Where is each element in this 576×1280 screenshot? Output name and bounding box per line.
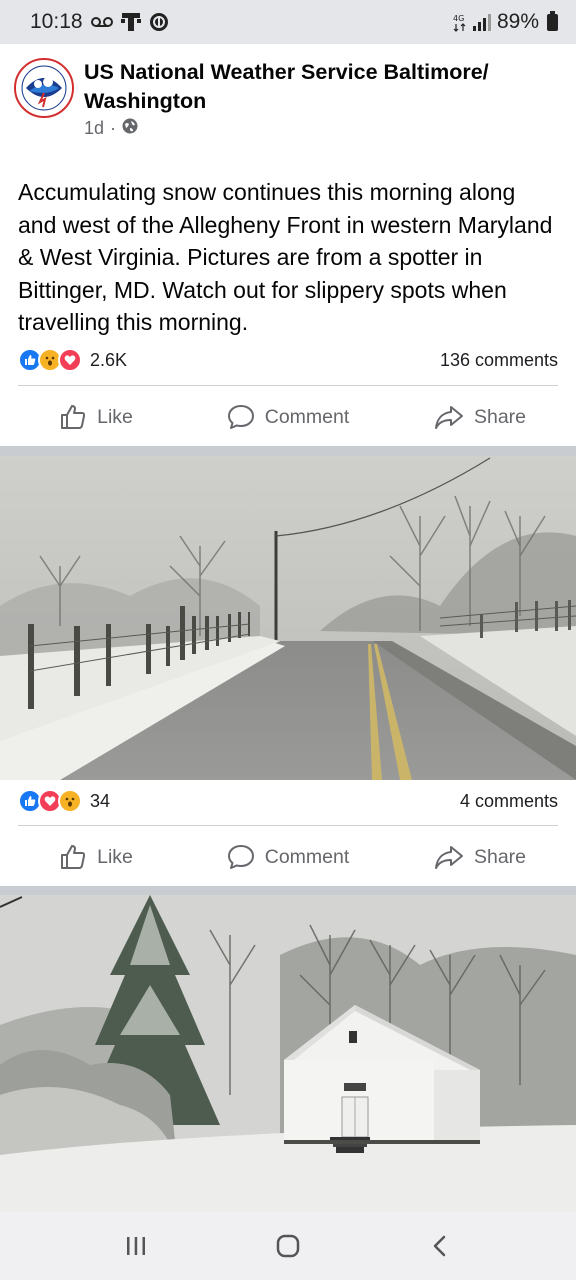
post-meta: 1d · <box>84 118 562 139</box>
comment-label: Comment <box>264 845 350 868</box>
comment-icon <box>227 403 255 431</box>
game-icon <box>149 12 169 32</box>
share-button[interactable]: Share <box>384 403 576 431</box>
home-icon[interactable] <box>258 1221 318 1271</box>
post-separator <box>0 446 576 456</box>
love-reaction-icon <box>58 348 82 372</box>
battery-icon <box>547 10 558 31</box>
back-icon[interactable] <box>410 1221 470 1271</box>
comments-count[interactable]: 136 comments <box>440 350 558 371</box>
svg-text:4G: 4G <box>453 14 464 23</box>
comment-label: Comment <box>264 405 350 428</box>
post-time[interactable]: 1d <box>84 118 104 139</box>
share-label: Share <box>473 845 527 868</box>
recent-apps-icon[interactable] <box>106 1221 166 1271</box>
post-header: US National Weather Service Baltimore/ W… <box>14 58 562 139</box>
snowy-church-photo[interactable] <box>0 895 576 1212</box>
reaction-icons <box>18 348 82 372</box>
like-label: Like <box>97 405 133 428</box>
globe-icon <box>122 118 138 139</box>
network-icon: 4G <box>453 12 467 32</box>
photo-reaction-icons <box>18 789 82 813</box>
meta-separator: · <box>110 118 117 138</box>
photo-separator <box>0 886 576 895</box>
page-name[interactable]: US National Weather Service Baltimore/ W… <box>84 58 562 116</box>
photo-actions: Like Comment Share <box>0 829 576 885</box>
reaction-count: 2.6K <box>90 349 128 370</box>
status-bar: 10:18 4G 89% <box>0 0 576 44</box>
t-mobile-icon <box>120 11 141 33</box>
divider <box>18 825 558 826</box>
post-text: Accumulating snow continues this morning… <box>18 179 553 335</box>
share-icon <box>434 843 464 871</box>
voicemail-icon <box>90 16 113 28</box>
avatar[interactable] <box>14 58 74 118</box>
photo-like-button[interactable]: Like <box>0 843 192 871</box>
like-label: Like <box>97 845 133 868</box>
like-button[interactable]: Like <box>0 403 192 431</box>
battery-percent: 89% <box>496 10 539 33</box>
divider <box>18 385 558 386</box>
photo-reactions-row[interactable]: 34 4 comments <box>18 789 558 813</box>
photo-share-button[interactable]: Share <box>384 843 576 871</box>
post-actions: Like Comment Share <box>0 389 576 445</box>
photo-comment-button[interactable]: Comment <box>192 843 384 871</box>
snowy-road-photo[interactable] <box>0 456 576 780</box>
like-icon <box>59 403 87 431</box>
share-icon <box>434 403 464 431</box>
navigation-bar <box>0 1212 576 1280</box>
comment-icon <box>227 843 255 871</box>
share-label: Share <box>473 405 527 428</box>
photo-reaction-count: 34 <box>90 790 111 811</box>
post-reactions-row[interactable]: 2.6K 136 comments <box>18 348 558 372</box>
like-icon <box>59 843 87 871</box>
comment-button[interactable]: Comment <box>192 403 384 431</box>
signal-icon <box>472 13 491 31</box>
wow-reaction-icon <box>58 789 82 813</box>
photo-comments-count[interactable]: 4 comments <box>460 791 558 812</box>
clock: 10:18 <box>30 10 83 33</box>
